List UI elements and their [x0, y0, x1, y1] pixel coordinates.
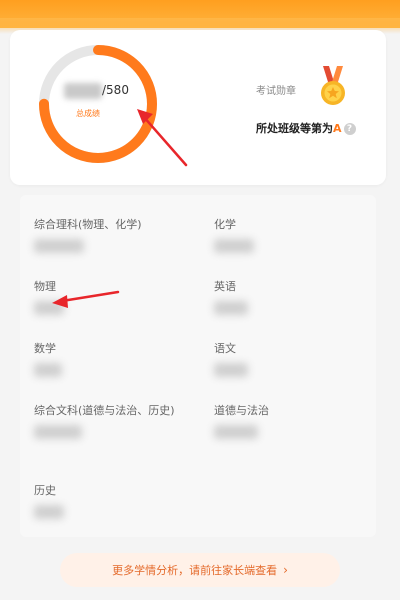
- subject-item: 综合理科(物理、化学): [34, 217, 204, 253]
- subject-item: 语文: [214, 341, 364, 377]
- subject-score-blurred: [214, 239, 254, 253]
- exam-medal-label: 考试勋章: [256, 86, 296, 97]
- subject-score-blurred: [214, 301, 248, 315]
- class-grade-line: 所处班级等第为A?: [256, 120, 356, 136]
- class-grade-prefix: 所处班级等第为: [256, 122, 333, 135]
- subject-name: 英语: [214, 280, 236, 293]
- subject-item: 物理: [34, 279, 204, 315]
- question-circle-icon[interactable]: ?: [343, 123, 356, 135]
- total-score-caption: 总成绩: [76, 109, 100, 118]
- more-analysis-button[interactable]: 更多学情分析，请前往家长端查看 ›: [60, 553, 340, 587]
- chevron-right-icon: ›: [283, 563, 288, 577]
- total-score-max: /580: [102, 83, 129, 97]
- subject-item: 历史: [34, 483, 204, 519]
- subject-item: 数学: [34, 341, 204, 377]
- subject-name: 化学: [214, 218, 236, 231]
- subject-name: 道德与法治: [214, 404, 269, 417]
- score-report-page: /580 总成绩 考试勋章 所处班级等第为A? 综合理科(物理、化学) 化学 物…: [0, 0, 400, 600]
- subject-name: 综合理科(物理、化学): [34, 218, 142, 231]
- subject-score-blurred: [214, 425, 258, 439]
- subject-score-blurred: [34, 239, 84, 253]
- total-score-card: /580 总成绩 考试勋章 所处班级等第为A?: [10, 30, 386, 185]
- subject-name: 综合文科(道德与法治、历史): [34, 404, 175, 417]
- subject-score-blurred: [214, 363, 248, 377]
- class-grade-letter: A: [333, 122, 342, 135]
- subject-name: 物理: [34, 280, 56, 293]
- subject-score-blurred: [34, 505, 64, 519]
- subject-item: 英语: [214, 279, 364, 315]
- subject-item: 道德与法治: [214, 403, 364, 439]
- subject-name: 语文: [214, 342, 236, 355]
- subject-scores-card: 综合理科(物理、化学) 化学 物理 英语 数学 语文 综合文科(道德与法治、历史…: [20, 195, 376, 537]
- subject-score-blurred: [34, 425, 82, 439]
- subject-item: 综合文科(道德与法治、历史): [34, 403, 194, 439]
- more-analysis-label: 更多学情分析，请前往家长端查看: [112, 564, 278, 577]
- header-band: [0, 0, 400, 34]
- subject-item: 化学: [214, 217, 364, 253]
- total-score-ring: [39, 45, 157, 163]
- subject-name: 历史: [34, 484, 56, 497]
- subject-score-blurred: [34, 363, 62, 377]
- subject-name: 数学: [34, 342, 56, 355]
- medal-icon[interactable]: [316, 66, 350, 108]
- subject-score-blurred: [34, 301, 64, 315]
- total-score-value-blurred: [64, 83, 102, 99]
